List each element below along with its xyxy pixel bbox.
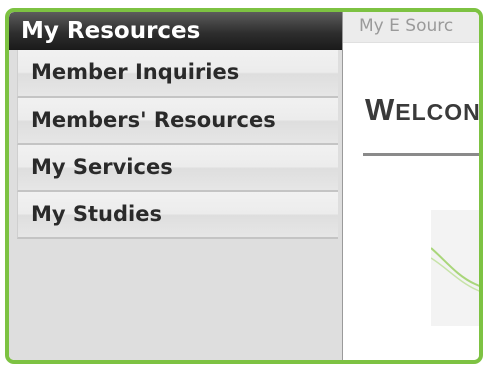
welcome-heading-initial: W	[365, 92, 396, 127]
sidebar-item-my-services[interactable]: My Services	[17, 145, 338, 192]
sidebar-menu: Member Inquiries Members' Resources My S…	[9, 50, 342, 239]
green-swoosh-icon	[431, 247, 479, 292]
heading-divider	[363, 153, 479, 156]
tab-my-e-sources[interactable]: My E Sourc	[343, 12, 479, 43]
welcome-heading-rest: ELCON	[395, 99, 481, 125]
sidebar-item-members-resources[interactable]: Members' Resources	[17, 98, 338, 145]
resources-panel: My Resources Member Inquiries Members' R…	[5, 8, 483, 364]
main-content: My E Sourc WELCON	[343, 12, 479, 360]
decorative-graphic	[431, 210, 479, 326]
sidebar-item-my-studies[interactable]: My Studies	[17, 192, 338, 239]
welcome-heading: WELCON	[365, 92, 481, 128]
sidebar-title: My Resources	[9, 12, 342, 50]
sidebar: My Resources Member Inquiries Members' R…	[9, 12, 343, 360]
sidebar-item-member-inquiries[interactable]: Member Inquiries	[17, 50, 338, 98]
